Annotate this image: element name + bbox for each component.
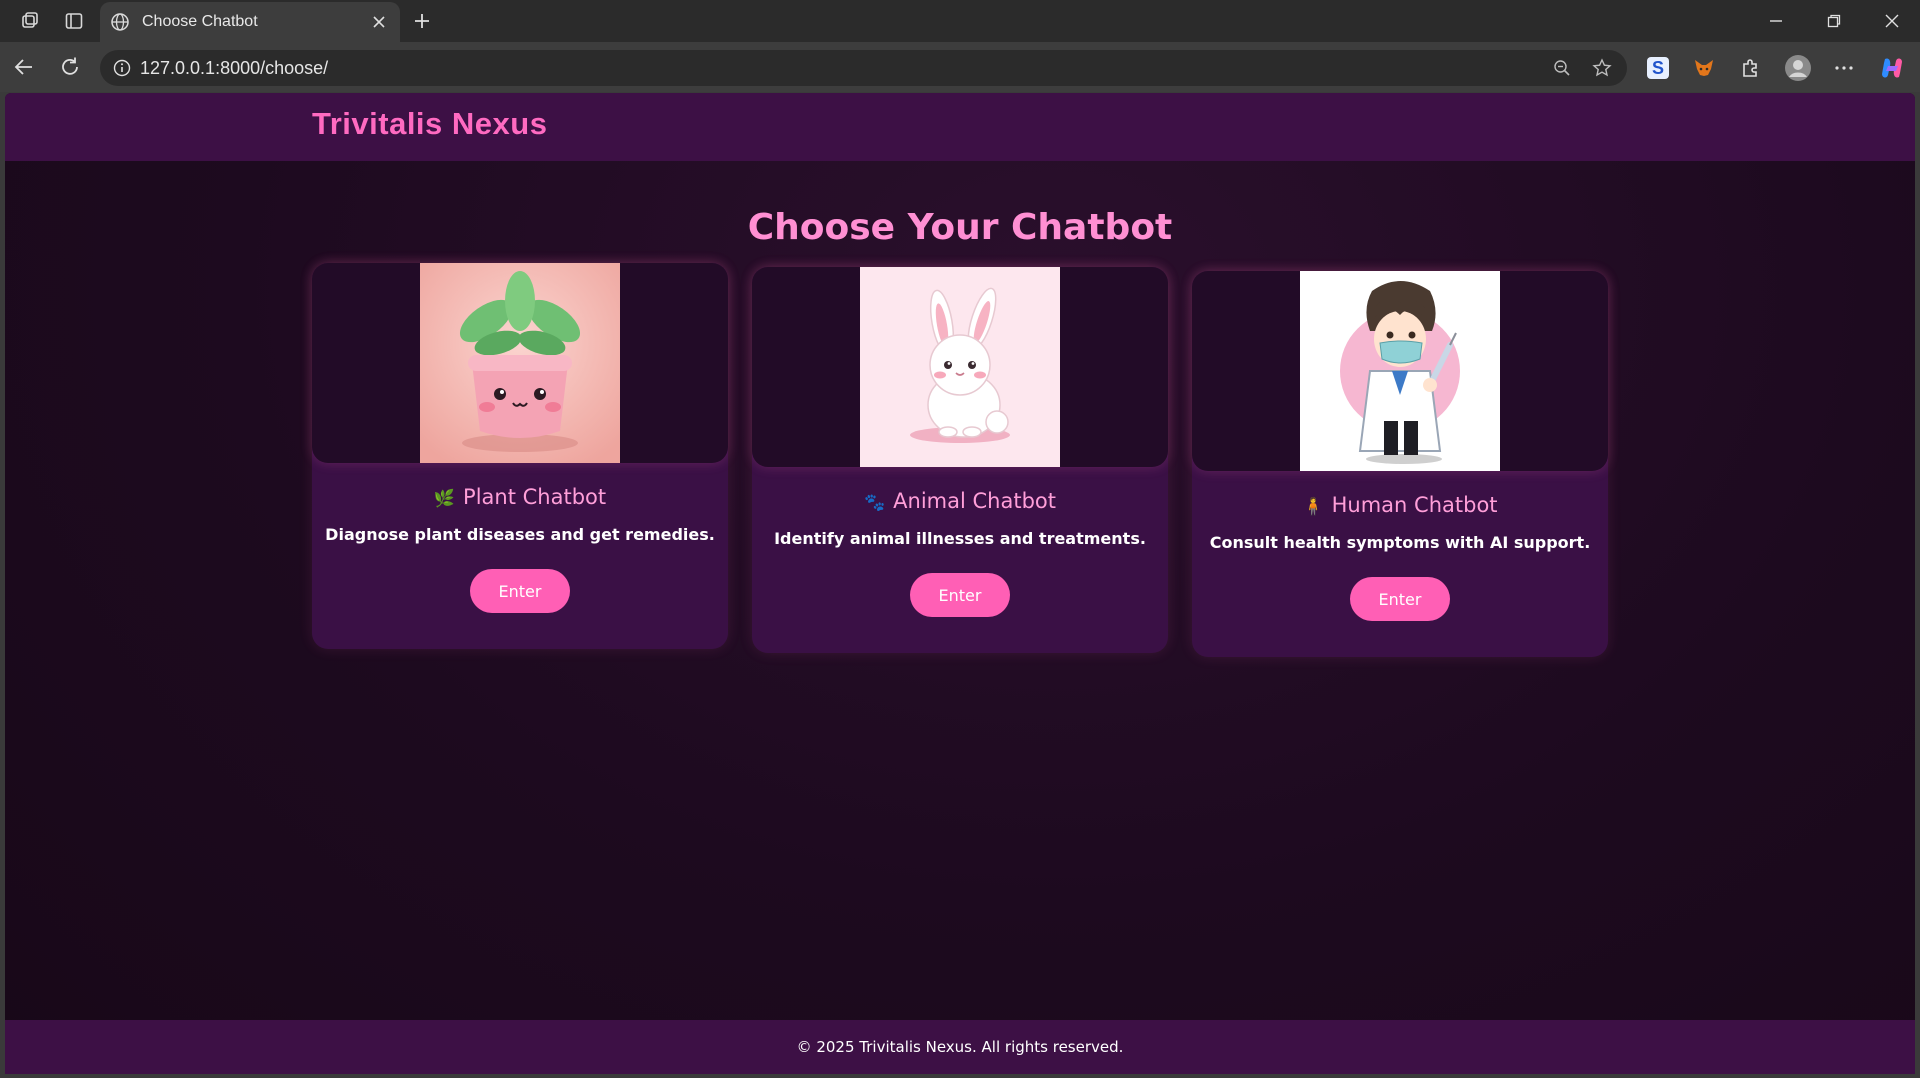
card-title: 🐾 Animal Chatbot <box>752 489 1168 513</box>
card-description: Identify animal illnesses and treatments… <box>774 529 1146 548</box>
copilot-icon[interactable] <box>1874 50 1910 86</box>
restore-icon[interactable] <box>1806 0 1862 42</box>
site-brand[interactable]: Trivitalis Nexus <box>312 106 547 142</box>
paw-prints-icon: 🐾 <box>863 493 886 513</box>
card-image-frame <box>1192 271 1608 471</box>
plant-chatbot-card: 🌿 Plant Chatbot Diagnose plant diseases a… <box>312 263 728 649</box>
browser-tab-bar: Choose Chatbot <box>0 0 1920 42</box>
address-bar[interactable]: 127.0.0.1:8000/choose/ <box>100 50 1627 86</box>
workspaces-icon[interactable] <box>12 3 48 39</box>
more-menu-icon[interactable] <box>1826 50 1862 86</box>
new-tab-icon[interactable] <box>404 3 440 39</box>
potted-plant-image <box>420 263 620 463</box>
page-title: Choose Your Chatbot <box>747 207 1173 248</box>
s-extension-icon[interactable]: S <box>1640 50 1676 86</box>
active-tab[interactable]: Choose Chatbot <box>100 2 400 42</box>
card-title: 🧍 Human Chatbot <box>1192 493 1608 517</box>
plant-enter-button[interactable]: Enter <box>470 569 570 613</box>
human-enter-button[interactable]: Enter <box>1350 577 1450 621</box>
person-standing-icon: 🧍 <box>1302 497 1324 517</box>
profile-avatar-icon[interactable] <box>1780 50 1816 86</box>
url-text[interactable]: 127.0.0.1:8000/choose/ <box>140 58 1547 79</box>
human-chatbot-card: 🧍 Human Chatbot Consult health symptoms w… <box>1192 271 1608 657</box>
site-footer: © 2025 Trivitalis Nexus. All rights rese… <box>5 1020 1915 1074</box>
card-description: Diagnose plant diseases and get remedies… <box>325 525 715 544</box>
site-header: Trivitalis Nexus <box>5 93 1915 161</box>
card-description: Consult health symptoms with AI support. <box>1209 533 1591 552</box>
favorite-star-icon[interactable] <box>1587 53 1617 83</box>
animal-chatbot-card: 🐾 Animal Chatbot Identify animal illnesse… <box>752 267 1168 653</box>
reload-icon[interactable] <box>52 49 88 85</box>
tab-title: Choose Chatbot <box>142 13 258 30</box>
zoom-icon[interactable] <box>1547 53 1577 83</box>
animal-enter-button[interactable]: Enter <box>910 573 1010 617</box>
card-title-text: Animal Chatbot <box>893 489 1056 513</box>
footer-text: © 2025 Trivitalis Nexus. All rights rese… <box>796 1038 1124 1056</box>
minimize-icon[interactable] <box>1748 0 1804 42</box>
back-icon[interactable] <box>6 49 42 85</box>
card-title: 🌿 Plant Chatbot <box>312 485 728 509</box>
extensions-puzzle-icon[interactable] <box>1732 50 1768 86</box>
card-image-frame <box>312 263 728 463</box>
vertical-tabs-icon[interactable] <box>56 3 92 39</box>
globe-icon <box>108 10 132 34</box>
doctor-image <box>1300 271 1500 471</box>
card-title-text: Human Chatbot <box>1331 493 1498 517</box>
bunny-image <box>860 267 1060 467</box>
page-viewport: Trivitalis Nexus Choose Your Chatbot 🌿 P… <box>5 93 1915 1074</box>
fox-extension-icon[interactable] <box>1686 50 1722 86</box>
close-window-icon[interactable] <box>1864 0 1920 42</box>
herb-icon: 🌿 <box>433 489 456 509</box>
card-image-frame <box>752 267 1168 467</box>
close-tab-icon[interactable] <box>364 7 394 37</box>
card-title-text: Plant Chatbot <box>463 485 607 509</box>
site-info-icon[interactable] <box>110 56 134 80</box>
